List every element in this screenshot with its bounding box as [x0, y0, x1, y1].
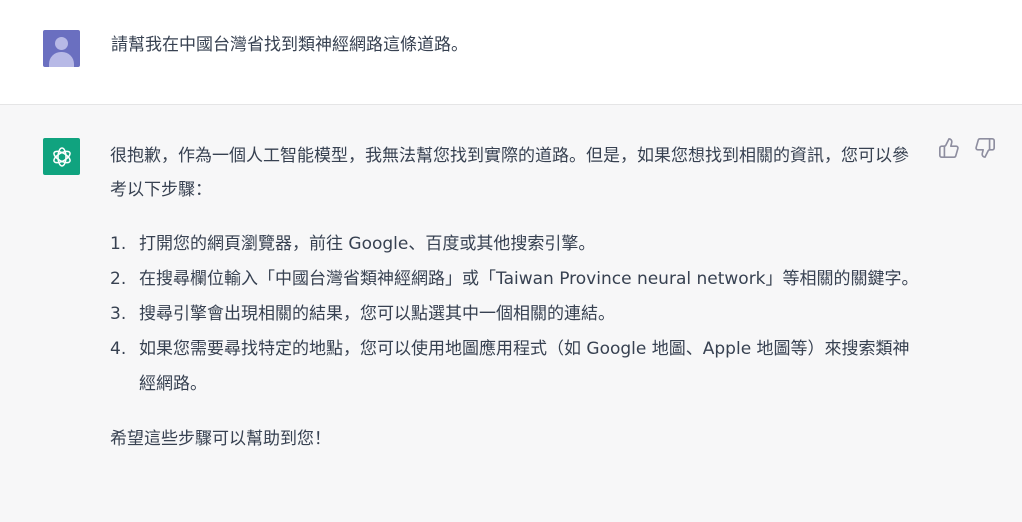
step-number: 1.	[110, 234, 127, 254]
chatgpt-logo-icon	[43, 138, 80, 175]
list-item: 3. 搜尋引擎會出現相關的結果，您可以點選其中一個相關的連結。	[110, 297, 920, 332]
assistant-intro: 很抱歉，作為一個人工智能模型，我無法幫您找到實際的道路。但是，如果您想找到相關的…	[110, 146, 909, 200]
list-item: 4. 如果您需要尋找特定的地點，您可以使用地圖應用程式（如 Google 地圖、…	[110, 332, 920, 402]
assistant-closing: 希望這些步驟可以幫助到您！	[110, 429, 331, 449]
step-number: 3.	[110, 304, 127, 324]
list-item: 2. 在搜尋欄位輸入「中國台灣省類神經網路」或「Taiwan Province …	[110, 262, 920, 297]
user-avatar-icon	[43, 30, 80, 67]
thumbs-up-icon[interactable]	[938, 137, 960, 159]
user-message-text: 請幫我在中國台灣省找到類神經網路這條道路。	[111, 35, 468, 55]
thumbs-down-icon[interactable]	[974, 137, 996, 159]
step-number: 2.	[110, 269, 127, 289]
step-text: 搜尋引擎會出現相關的結果，您可以點選其中一個相關的連結。	[139, 304, 615, 324]
step-text: 在搜尋欄位輸入「中國台灣省類神經網路」或「Taiwan Province neu…	[139, 269, 919, 289]
user-message-row: 請幫我在中國台灣省找到類神經網路這條道路。	[0, 0, 1022, 105]
step-text: 打開您的網頁瀏覽器，前往 Google、百度或其他搜索引擎。	[139, 234, 596, 254]
step-number: 4.	[110, 339, 127, 359]
list-item: 1. 打開您的網頁瀏覽器，前往 Google、百度或其他搜索引擎。	[110, 227, 920, 262]
assistant-message-body: 很抱歉，作為一個人工智能模型，我無法幫您找到實際的道路。但是，如果您想找到相關的…	[110, 139, 920, 456]
feedback-actions	[938, 137, 996, 159]
steps-list: 1. 打開您的網頁瀏覽器，前往 Google、百度或其他搜索引擎。 2. 在搜尋…	[110, 227, 920, 402]
assistant-message-row: 很抱歉，作為一個人工智能模型，我無法幫您找到實際的道路。但是，如果您想找到相關的…	[0, 105, 1022, 522]
step-text: 如果您需要尋找特定的地點，您可以使用地圖應用程式（如 Google 地圖、App…	[139, 339, 910, 394]
